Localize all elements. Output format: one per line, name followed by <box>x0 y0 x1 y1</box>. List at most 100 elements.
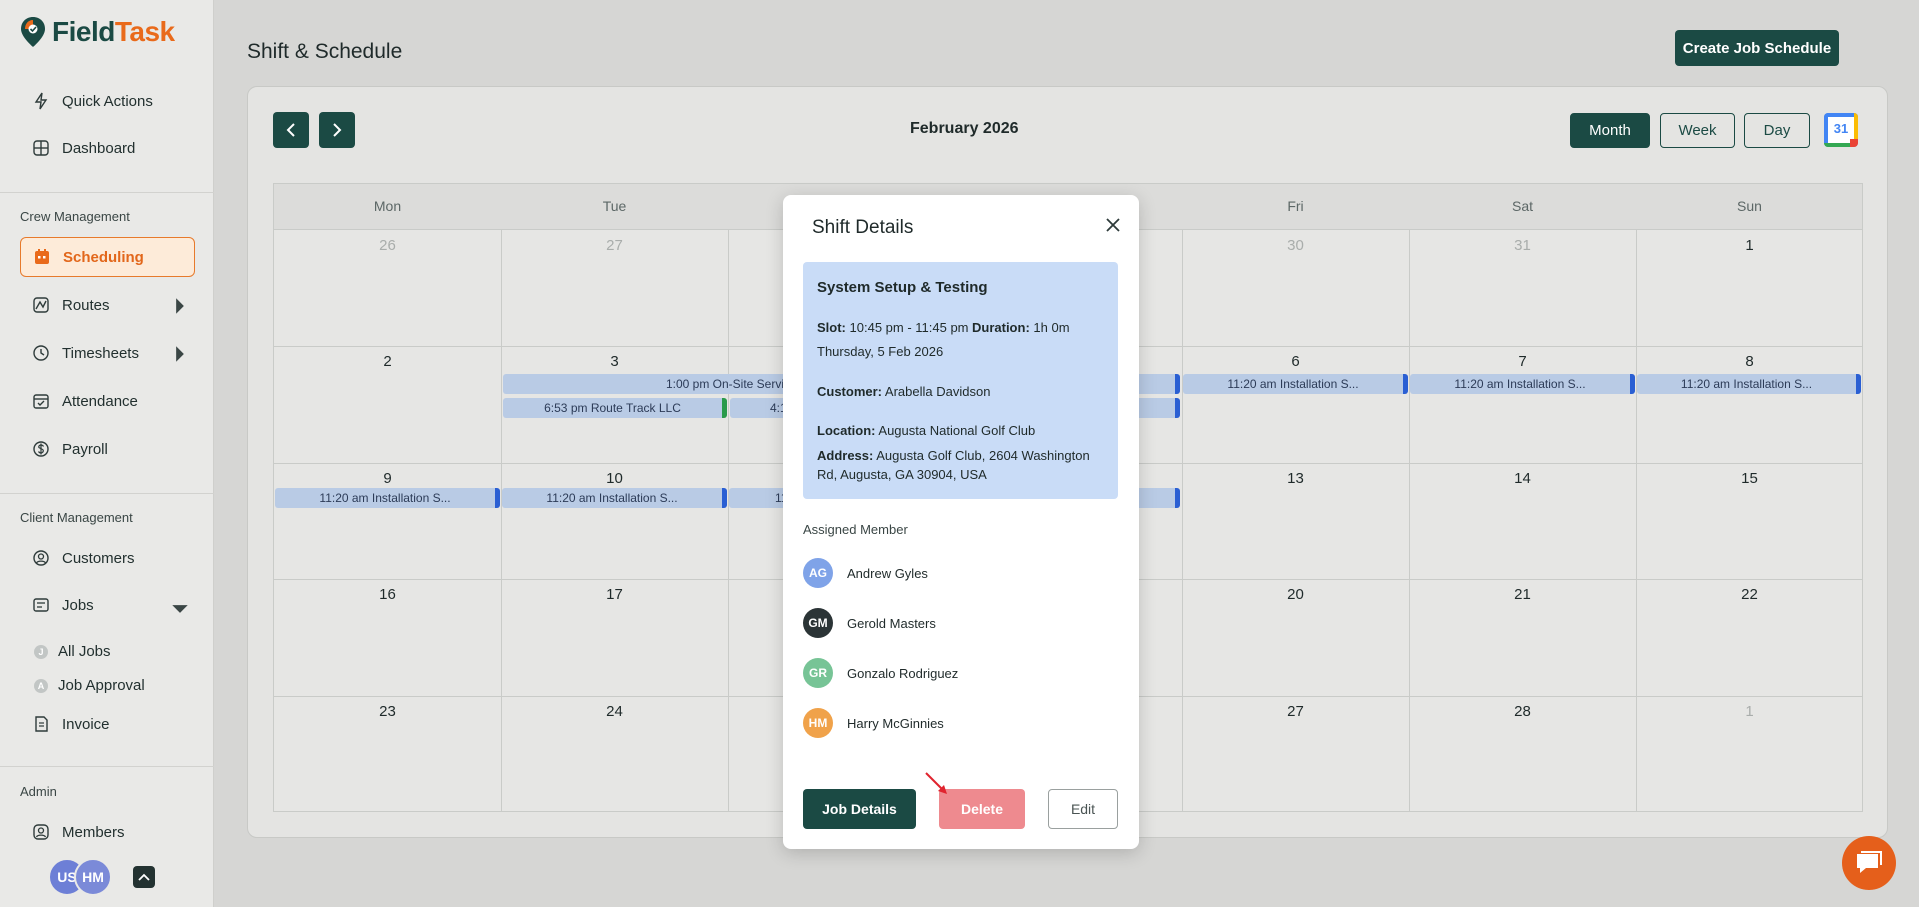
grid-line <box>501 230 502 812</box>
dashboard-icon <box>33 140 49 156</box>
member-item[interactable]: GR Gonzalo Rodriguez <box>803 658 958 688</box>
day-cell[interactable]: 2 <box>274 353 501 370</box>
nav-quick-actions[interactable]: Quick Actions <box>20 81 195 121</box>
section-admin: Admin <box>20 784 57 799</box>
slot-row: Slot: 10:45 pm - 11:45 pm <box>817 320 969 335</box>
nav-invoice[interactable]: Invoice <box>20 704 195 744</box>
day-cell[interactable]: 28 <box>1409 703 1636 720</box>
modal-title: Shift Details <box>812 217 914 238</box>
weekday-mon: Mon <box>373 198 402 214</box>
member-name: Gerold Masters <box>847 615 936 631</box>
nav-timesheets[interactable]: Timesheets <box>20 333 195 373</box>
day-cell[interactable]: 6 <box>1182 353 1409 370</box>
nav-label: Routes <box>62 296 110 314</box>
event-installation[interactable]: 11:20 am Installation S... <box>1410 374 1635 394</box>
create-job-schedule-button[interactable]: Create Job Schedule <box>1675 30 1839 66</box>
day-cell[interactable]: 21 <box>1409 586 1636 603</box>
day-cell[interactable]: 16 <box>274 586 501 603</box>
day-cell[interactable]: 26 <box>274 237 501 254</box>
location-row: Location: Augusta National Golf Club <box>817 423 1035 438</box>
chat-support-button[interactable] <box>1842 836 1896 890</box>
nav-all-jobs[interactable]: J All Jobs <box>34 643 111 660</box>
day-cell[interactable]: 30 <box>1182 237 1409 254</box>
weekday-sun: Sun <box>1737 198 1762 214</box>
day-cell[interactable]: 31 <box>1409 237 1636 254</box>
nav-label: Attendance <box>62 392 138 410</box>
day-cell[interactable]: 27 <box>501 237 728 254</box>
day-cell[interactable]: 1 <box>1636 703 1863 720</box>
weekday-sat: Sat <box>1511 198 1533 214</box>
day-cell[interactable]: 14 <box>1409 470 1636 487</box>
nav-label: Timesheets <box>62 344 139 362</box>
nav-label: Members <box>62 823 125 841</box>
pointer-arrow-icon <box>925 772 947 794</box>
avatar[interactable]: HM <box>74 858 112 896</box>
nav-scheduling[interactable]: Scheduling <box>20 237 195 277</box>
nav-members[interactable]: Members <box>20 812 195 852</box>
member-item[interactable]: HM Harry McGinnies <box>803 708 944 738</box>
day-cell[interactable]: 24 <box>501 703 728 720</box>
weekday-tue: Tue <box>602 198 627 214</box>
collapse-button[interactable] <box>133 866 155 888</box>
event-installation[interactable]: 11:20 am Installation S... <box>502 488 727 508</box>
event-route-track[interactable]: 6:53 pm Route Track LLC <box>503 398 727 418</box>
shift-details-modal: Shift Details System Setup & Testing Slo… <box>783 195 1139 849</box>
event-installation[interactable]: 11:20 am Installation S... <box>1183 374 1408 394</box>
sidebar-divider <box>0 192 214 193</box>
day-cell[interactable]: 1 <box>1636 237 1863 254</box>
nav-customers[interactable]: Customers <box>20 538 195 578</box>
avatar: AG <box>803 558 833 588</box>
next-month-button[interactable] <box>319 112 355 148</box>
day-cell[interactable]: 10 <box>501 470 728 487</box>
day-cell[interactable]: 9 <box>274 470 501 487</box>
day-cell[interactable]: 20 <box>1182 586 1409 603</box>
nav-label: All Jobs <box>58 643 111 660</box>
day-cell[interactable]: 13 <box>1182 470 1409 487</box>
avatar: HM <box>803 708 833 738</box>
event-installation[interactable]: 11:20 am Installation S... <box>1637 374 1861 394</box>
event-installation[interactable]: 11:20 am Installation S... <box>275 488 500 508</box>
assigned-member-label: Assigned Member <box>803 522 908 537</box>
invoice-icon <box>35 716 48 732</box>
nav-label: Invoice <box>62 715 110 733</box>
day-cell[interactable]: 22 <box>1636 586 1863 603</box>
edit-button[interactable]: Edit <box>1048 789 1118 829</box>
caret-right-icon <box>176 298 184 314</box>
member-item[interactable]: AG Andrew Gyles <box>803 558 928 588</box>
member-item[interactable]: GM Gerold Masters <box>803 608 936 638</box>
section-client-management: Client Management <box>20 510 133 525</box>
brand-name: FieldTask <box>52 16 175 47</box>
day-cell[interactable]: 3 <box>501 353 728 370</box>
sidebar: FieldTask Quick Actions Dashboard Crew M… <box>0 0 214 907</box>
view-day-button[interactable]: Day <box>1744 113 1810 148</box>
day-cell[interactable]: 17 <box>501 586 728 603</box>
brand-logo[interactable]: FieldTask <box>20 16 175 48</box>
chat-icon <box>1857 851 1882 873</box>
nav-routes[interactable]: Routes <box>20 285 195 325</box>
footer-avatars[interactable]: US HM <box>48 858 112 896</box>
nav-jobs[interactable]: Jobs <box>20 585 195 625</box>
day-cell[interactable]: 7 <box>1409 353 1636 370</box>
duration-label: Duration: <box>972 320 1030 335</box>
chevron-up-icon <box>138 873 150 881</box>
google-calendar-icon[interactable]: 31 <box>1824 113 1858 147</box>
nav-payroll[interactable]: Payroll <box>20 429 195 469</box>
view-month-button[interactable]: Month <box>1570 113 1650 148</box>
grid-line <box>1409 230 1410 812</box>
day-cell[interactable]: 23 <box>274 703 501 720</box>
customer-row: Customer: Arabella Davidson <box>817 384 990 399</box>
nav-dashboard[interactable]: Dashboard <box>20 128 195 168</box>
address-line-1: Augusta Golf Club, 2604 Washington <box>876 448 1090 463</box>
prev-month-button[interactable] <box>273 112 309 148</box>
view-week-button[interactable]: Week <box>1660 113 1735 148</box>
nav-attendance[interactable]: Attendance <box>20 381 195 421</box>
job-details-button[interactable]: Job Details <box>803 789 916 829</box>
day-cell[interactable]: 15 <box>1636 470 1863 487</box>
nav-job-approval[interactable]: A Job Approval <box>34 677 145 694</box>
grid-line <box>728 230 729 812</box>
day-cell[interactable]: 8 <box>1636 353 1863 370</box>
day-cell[interactable]: 27 <box>1182 703 1409 720</box>
job-title: System Setup & Testing <box>817 279 988 296</box>
close-button[interactable] <box>1102 214 1124 236</box>
dollar-icon <box>33 441 49 457</box>
